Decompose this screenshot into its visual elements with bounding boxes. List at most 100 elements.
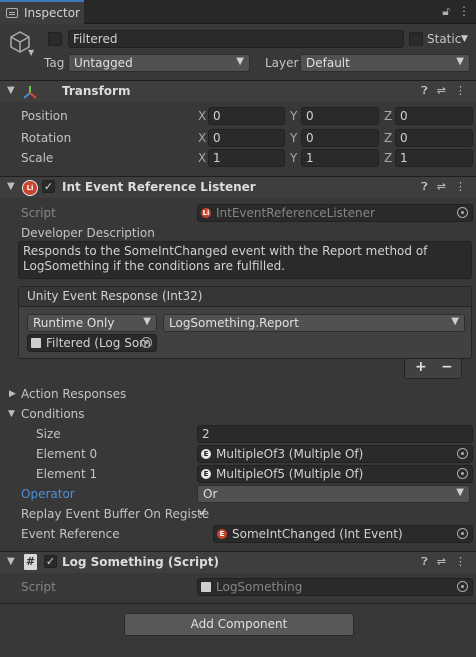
axis-z-label[interactable]: Z xyxy=(384,109,392,123)
kebab-menu-icon[interactable]: ⋮ xyxy=(455,555,466,568)
axis-y-label[interactable]: Y xyxy=(290,109,297,123)
tag-value: Untagged xyxy=(74,56,133,70)
divider xyxy=(0,603,476,604)
script-value: LogSomething xyxy=(216,580,303,594)
script-field: LogSomething xyxy=(197,578,473,596)
presets-icon[interactable]: ⇌ xyxy=(437,555,446,568)
help-icon[interactable]: ❓︎ xyxy=(421,555,428,568)
replay-buffer-checkbox[interactable]: ✓ xyxy=(198,505,212,519)
event-target-field[interactable]: Filtered (Log Som xyxy=(27,334,157,352)
axis-x-label[interactable]: X xyxy=(198,131,206,145)
event-list-buttons: + − xyxy=(404,359,462,379)
tab-icons: 🔓︎ ⋮ xyxy=(434,4,470,19)
component-enabled-checkbox[interactable]: ✓ xyxy=(44,555,57,568)
foldout-icon[interactable]: ▼ xyxy=(7,85,15,96)
kebab-menu-icon[interactable]: ⋮ xyxy=(455,180,466,193)
replay-buffer-label: Replay Event Buffer On Registe xyxy=(21,507,210,521)
component-header-icons: ❓︎ ⇌ ⋮ xyxy=(412,180,466,194)
script-li-icon: Li xyxy=(22,180,38,196)
chevron-down-icon: ▼ xyxy=(456,487,464,498)
rotation-z-field[interactable]: 0 xyxy=(395,129,473,147)
logsomething-header[interactable]: ▼ # ✓ Log Something (Script) ❓︎ ⇌ ⋮ xyxy=(0,551,476,573)
axis-x-label[interactable]: X xyxy=(198,109,206,123)
component-enabled-checkbox[interactable]: ✓ xyxy=(42,180,55,193)
static-label[interactable]: Static xyxy=(427,32,461,46)
object-picker-icon[interactable] xyxy=(457,528,468,539)
lock-icon[interactable]: 🔓︎ xyxy=(442,4,450,18)
active-checkbox[interactable] xyxy=(48,32,62,46)
script-label: Script xyxy=(21,580,56,594)
axis-z-label[interactable]: Z xyxy=(384,131,392,145)
layer-dropdown[interactable]: Default ▼ xyxy=(300,54,470,72)
rotation-y-field[interactable]: 0 xyxy=(301,129,379,147)
help-icon[interactable]: ❓︎ xyxy=(421,84,428,97)
gameobject-icon-caret[interactable]: ▼ xyxy=(28,48,34,57)
kebab-menu-icon[interactable]: ⋮ xyxy=(458,4,470,18)
position-z-field[interactable]: 0 xyxy=(395,107,473,125)
position-x-field[interactable]: 0 xyxy=(208,107,285,125)
element-1-field[interactable]: E MultipleOf5 (Multiple Of) xyxy=(197,465,473,483)
scale-x-field[interactable]: 1 xyxy=(208,149,285,167)
component-header-icons: ❓︎ ⇌ ⋮ xyxy=(412,84,466,98)
element-1-label: Element 1 xyxy=(36,467,98,481)
rotation-label: Rotation xyxy=(21,131,72,145)
layer-value: Default xyxy=(306,56,350,70)
presets-icon[interactable]: ⇌ xyxy=(437,180,446,193)
element-0-field[interactable]: E MultipleOf3 (Multiple Of) xyxy=(197,445,473,463)
foldout-icon[interactable]: ▼ xyxy=(7,181,15,192)
listener-header[interactable]: ▼ Li ✓ Int Event Reference Listener ❓︎ ⇌ ⋮ xyxy=(0,176,476,198)
operator-value: Or xyxy=(203,487,218,501)
conditions-foldout[interactable]: Conditions xyxy=(21,407,85,421)
object-picker-icon xyxy=(457,581,468,592)
event-reference-value: SomeIntChanged (Int Event) xyxy=(232,527,403,541)
event-reference-field[interactable]: E SomeIntChanged (Int Event) xyxy=(213,525,473,543)
axis-z-label[interactable]: Z xyxy=(384,151,392,165)
transform-header[interactable]: ▼ Transform ❓︎ ⇌ ⋮ xyxy=(0,80,476,102)
axis-y-label[interactable]: Y xyxy=(290,151,297,165)
scale-label: Scale xyxy=(21,151,54,165)
tag-dropdown[interactable]: Untagged ▼ xyxy=(68,54,250,72)
axis-y-label[interactable]: Y xyxy=(290,131,297,145)
component-title: Transform xyxy=(62,84,131,98)
event-reference-label: Event Reference xyxy=(21,527,120,541)
add-component-button[interactable]: Add Component xyxy=(124,613,354,636)
action-responses-foldout[interactable]: Action Responses xyxy=(21,387,126,401)
script-file-icon xyxy=(31,338,41,348)
foldout-icon[interactable]: ▼ xyxy=(7,556,15,567)
runtime-value: Runtime Only xyxy=(33,316,115,330)
script-icon: Li xyxy=(201,208,211,218)
event-target-value: Filtered (Log Som xyxy=(46,336,151,350)
tab-inspector[interactable]: Inspector xyxy=(0,0,84,24)
position-y-field[interactable]: 0 xyxy=(301,107,379,125)
foldout-collapsed-icon[interactable]: ▶ xyxy=(9,389,16,399)
presets-icon[interactable]: ⇌ xyxy=(437,84,446,97)
element-0-label: Element 0 xyxy=(36,447,98,461)
script-field: Li IntEventReferenceListener xyxy=(197,204,473,222)
axis-x-label[interactable]: X xyxy=(198,151,206,165)
tag-label: Tag xyxy=(44,56,65,70)
object-picker-icon[interactable] xyxy=(457,468,468,479)
scale-y-field[interactable]: 1 xyxy=(301,149,379,167)
component-title: Log Something (Script) xyxy=(62,555,219,569)
static-caret-icon[interactable]: ▼ xyxy=(461,34,468,44)
runtime-dropdown[interactable]: Runtime Only ▼ xyxy=(27,314,157,332)
static-checkbox[interactable] xyxy=(409,32,423,46)
tab-bar: Inspector 🔓︎ ⋮ xyxy=(0,0,476,24)
operator-dropdown[interactable]: Or ▼ xyxy=(197,485,470,503)
object-name-field[interactable]: Filtered xyxy=(68,30,404,48)
add-listener-button[interactable]: + xyxy=(415,359,427,375)
object-picker-icon[interactable] xyxy=(141,337,152,348)
layer-label: Layer xyxy=(265,56,299,70)
kebab-menu-icon[interactable]: ⋮ xyxy=(455,84,466,97)
rotation-x-field[interactable]: 0 xyxy=(208,129,285,147)
script-object-icon: E xyxy=(201,449,211,459)
object-picker-icon[interactable] xyxy=(457,448,468,459)
scale-z-field[interactable]: 1 xyxy=(395,149,473,167)
help-icon[interactable]: ❓︎ xyxy=(421,180,428,193)
size-field[interactable]: 2 xyxy=(197,425,473,443)
chevron-down-icon: ▼ xyxy=(451,316,459,327)
method-dropdown[interactable]: LogSomething.Report ▼ xyxy=(163,314,465,332)
foldout-expanded-icon[interactable]: ▼ xyxy=(8,409,15,419)
developer-description-textarea[interactable]: Responds to the SomeIntChanged event wit… xyxy=(18,241,472,279)
remove-listener-button[interactable]: − xyxy=(441,359,453,375)
